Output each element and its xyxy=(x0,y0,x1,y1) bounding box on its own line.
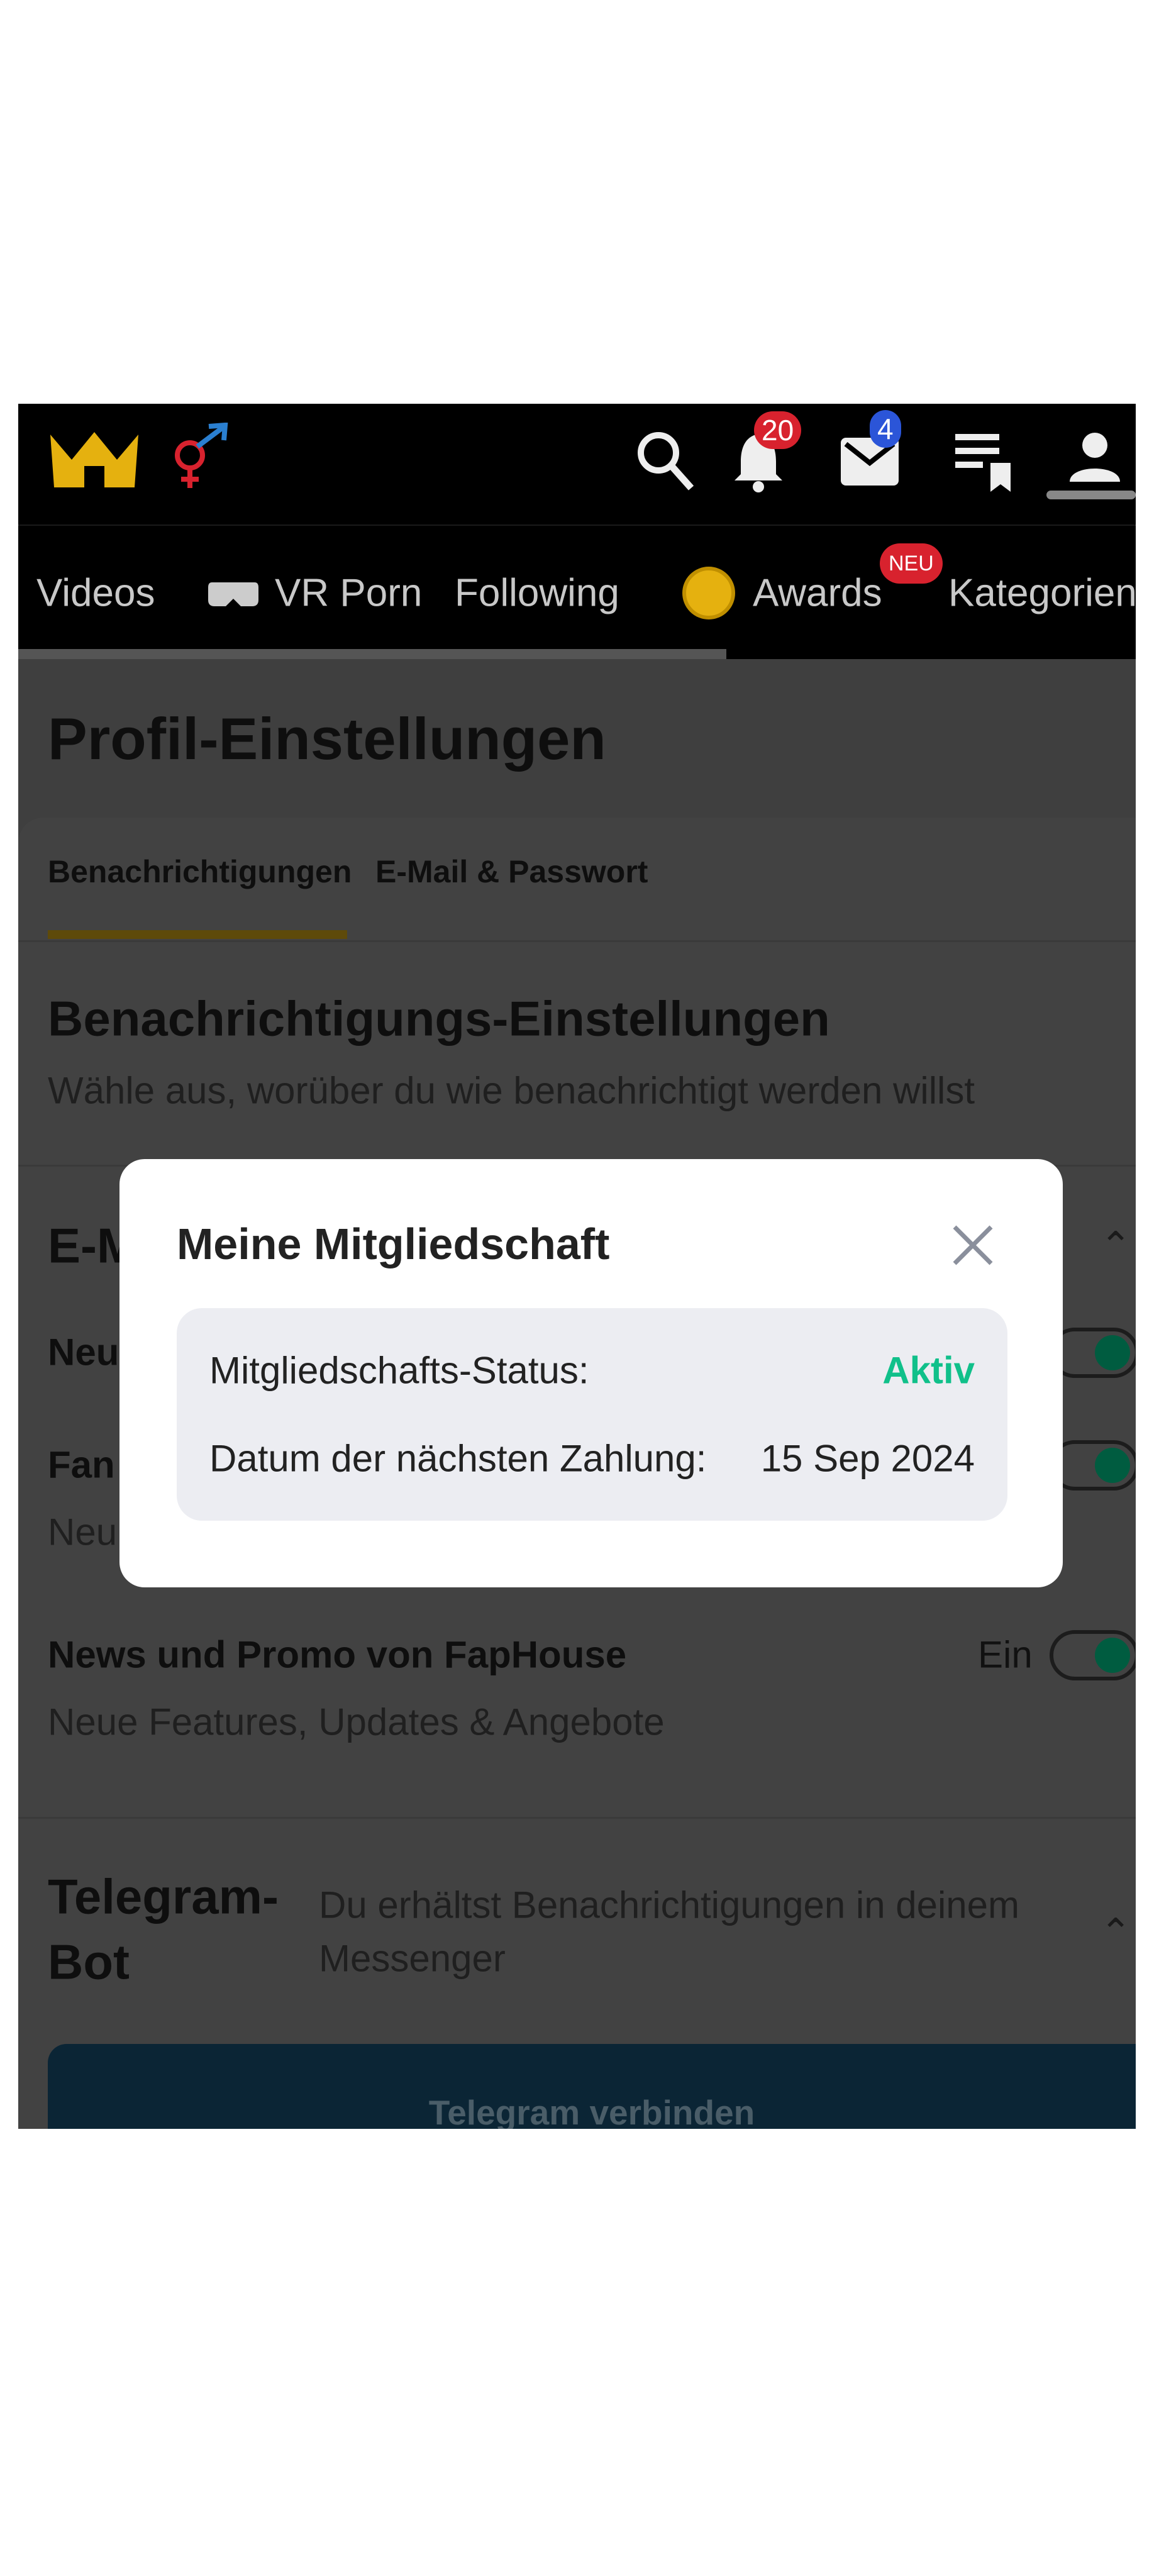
chevron-up-icon[interactable]: ⌃ xyxy=(1100,1224,1131,1268)
next-payment-label: Datum der nächsten Zahlung: xyxy=(209,1437,707,1480)
page-title: Profil-Einstellungen xyxy=(48,706,606,772)
row-subtitle: Neue Features, Updates & Angebote xyxy=(48,1701,665,1743)
nav-item-awards[interactable]: Awards xyxy=(753,571,882,616)
next-payment-value: 15 Sep 2024 xyxy=(760,1437,975,1480)
user-profile-icon[interactable] xyxy=(1070,431,1120,482)
close-icon[interactable] xyxy=(951,1223,995,1267)
telegram-connect-label: Telegram verbinden xyxy=(428,2093,755,2129)
row-title: Fan xyxy=(48,1443,115,1486)
playlist-icon[interactable] xyxy=(955,431,1013,492)
tab-email-passwort[interactable]: E-Mail & Passwort xyxy=(375,853,648,890)
nav-item-vr-porn[interactable]: VR Porn xyxy=(275,571,422,616)
toggle-state-label: Ein xyxy=(978,1633,1033,1676)
award-coin-icon xyxy=(682,567,735,619)
crown-logo[interactable] xyxy=(48,428,141,487)
new-badge: NEU xyxy=(880,543,943,584)
nav-item-following[interactable]: Following xyxy=(455,571,619,616)
row-title: News und Promo von FapHouse xyxy=(48,1633,627,1676)
chevron-up-icon[interactable]: ⌃ xyxy=(1100,1911,1131,1955)
divider xyxy=(18,1817,1136,1819)
user-active-indicator xyxy=(1046,491,1136,499)
telegram-title: Telegram- xyxy=(48,1868,279,1924)
row-subtitle: Neu xyxy=(48,1511,118,1553)
telegram-desc: Messenger xyxy=(319,1937,506,1980)
section-title: Benachrichtigungs-Einstellungen xyxy=(48,991,830,1046)
nav-scrollbar[interactable] xyxy=(18,649,726,659)
telegram-connect-button[interactable]: Telegram verbinden xyxy=(48,2044,1136,2129)
telegram-title: Bot xyxy=(48,1934,130,1990)
app-screen: 20 4 Videos VR Porn Following Awards NEU… xyxy=(18,404,1136,2129)
news-promo-toggle[interactable] xyxy=(1050,1630,1136,1680)
modal-title: Meine Mitgliedschaft xyxy=(177,1219,610,1269)
membership-info-box: Mitgliedschafts-Status: Aktiv Datum der … xyxy=(177,1308,1007,1521)
nav-item-videos[interactable]: Videos xyxy=(36,571,155,616)
search-icon[interactable] xyxy=(635,429,695,492)
category-nav: Videos VR Porn Following Awards NEU Kate… xyxy=(18,525,1136,659)
vr-headset-icon xyxy=(208,582,258,606)
telegram-desc: Du erhältst Benachrichtigungen in deinem xyxy=(319,1884,1020,1926)
membership-modal: Meine Mitgliedschaft Mitgliedschafts-Sta… xyxy=(119,1159,1063,1587)
status-value: Aktiv xyxy=(882,1349,975,1392)
messages-badge: 4 xyxy=(870,410,901,448)
gender-symbol-icon[interactable] xyxy=(166,423,229,492)
row-title: Neu xyxy=(48,1331,119,1374)
notifications-badge: 20 xyxy=(754,411,802,449)
status-label: Mitgliedschafts-Status: xyxy=(209,1349,589,1392)
active-tab-underline xyxy=(48,930,347,939)
divider xyxy=(18,940,1136,942)
tab-benachrichtigungen[interactable]: Benachrichtigungen xyxy=(48,853,352,890)
nav-item-kategorien[interactable]: Kategorien xyxy=(948,571,1136,616)
section-subtitle: Wähle aus, worüber du wie benachrichtigt… xyxy=(48,1069,975,1112)
top-header: 20 4 xyxy=(18,404,1136,525)
